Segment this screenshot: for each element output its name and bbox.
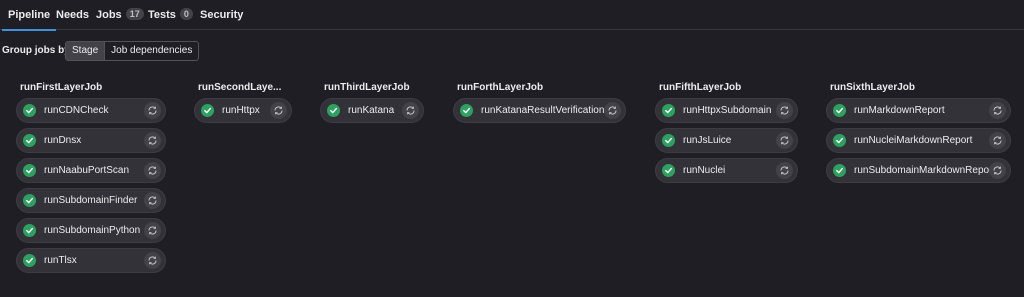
check-circle-icon [23, 164, 36, 177]
job-name: runNaabuPortScan [44, 164, 130, 176]
job-pill[interactable]: runNuclei [655, 158, 798, 183]
check-circle-icon [23, 254, 36, 267]
job-name: runHttpx [222, 104, 260, 116]
job-name: runKatanaResultVerification [481, 104, 605, 116]
job-pill[interactable]: runDnsx [16, 128, 166, 153]
check-circle-icon [662, 164, 675, 177]
retry-icon[interactable] [270, 102, 287, 119]
group-by-stage-button[interactable]: Stage [66, 42, 105, 60]
check-circle-icon [833, 164, 846, 177]
retry-icon[interactable] [989, 102, 1006, 119]
stage-column: runSixthLayerJob runMarkdownReport runNucl… [826, 82, 1011, 188]
job-name: runCDNCheck [44, 104, 109, 116]
job-pill[interactable]: runNucleiMarkdownReport [826, 128, 1011, 153]
tab-tests[interactable]: Tests 0 [148, 0, 193, 30]
retry-icon[interactable] [144, 252, 161, 269]
job-pill[interactable]: runSubdomainFinder [16, 188, 166, 213]
job-name: runHttpxSubdomain [683, 104, 772, 116]
check-circle-icon [23, 224, 36, 237]
job-name: runMarkdownReport [854, 104, 945, 116]
job-name: runDnsx [44, 134, 82, 146]
job-pill[interactable]: runSubdomainMarkdownReport [826, 158, 1011, 183]
stage-title: runSecondLaye... [198, 82, 282, 93]
job-name: runNuclei [683, 164, 726, 176]
retry-icon[interactable] [989, 132, 1006, 149]
retry-icon[interactable] [776, 132, 793, 149]
retry-icon[interactable] [144, 102, 161, 119]
jobs-count-badge: 17 [125, 8, 144, 20]
check-circle-icon [460, 104, 473, 117]
retry-icon[interactable] [144, 132, 161, 149]
job-name: runSubdomainPython [44, 224, 141, 236]
group-jobs-by-label: Group jobs by [2, 45, 70, 56]
stage-column: runSecondLaye... runHttpx [194, 82, 292, 128]
retry-icon[interactable] [144, 162, 161, 179]
job-name: runTlsx [44, 254, 77, 266]
job-name: runSubdomainMarkdownReport [854, 164, 996, 176]
job-pill[interactable]: runTlsx [16, 248, 166, 273]
job-name: runSubdomainFinder [44, 194, 138, 206]
tests-count-badge: 0 [179, 8, 193, 20]
retry-icon[interactable] [989, 162, 1006, 179]
retry-icon[interactable] [144, 192, 161, 209]
retry-icon[interactable] [144, 222, 161, 239]
retry-icon[interactable] [776, 162, 793, 179]
job-name: runJsLuice [683, 134, 732, 146]
stage-title: runFirstLayerJob [20, 82, 103, 93]
check-circle-icon [23, 194, 36, 207]
tab-jobs[interactable]: Jobs 17 [96, 0, 144, 30]
check-circle-icon [201, 104, 214, 117]
stage-column: runFifthLayerJob runHttpxSubdomain runJsLu… [655, 82, 798, 188]
check-circle-icon [23, 134, 36, 147]
check-circle-icon [833, 104, 846, 117]
job-pill[interactable]: runKatana [320, 98, 424, 123]
job-pill[interactable]: runMarkdownReport [826, 98, 1011, 123]
job-pill[interactable]: runHttpx [194, 98, 292, 123]
tab-needs[interactable]: Needs [56, 0, 89, 30]
stage-title: runForthLayerJob [457, 82, 544, 93]
stage-column: runThirdLayerJob runKatana [320, 82, 424, 128]
job-pill[interactable]: runKatanaResultVerification [453, 98, 626, 123]
check-circle-icon [23, 104, 36, 117]
retry-icon[interactable] [776, 102, 793, 119]
job-pill[interactable]: runSubdomainPython [16, 218, 166, 243]
pipeline-tabs: Pipeline Needs Jobs 17 Tests 0 Security [0, 0, 1024, 31]
stage-column: runForthLayerJob runKatanaResultVerificat… [453, 82, 626, 128]
job-pill[interactable]: runNaabuPortScan [16, 158, 166, 183]
tab-security[interactable]: Security [200, 0, 243, 30]
group-by-toggle: Stage Job dependencies [65, 41, 200, 61]
stage-column: runFirstLayerJob runCDNCheck runDnsx runNaa… [16, 82, 166, 278]
job-name: runNucleiMarkdownReport [854, 134, 973, 146]
tab-pipeline[interactable]: Pipeline [1, 0, 57, 31]
retry-icon[interactable] [402, 102, 419, 119]
check-circle-icon [833, 134, 846, 147]
stage-title: runFifthLayerJob [659, 82, 742, 93]
group-by-job-dependencies-button[interactable]: Job dependencies [104, 42, 198, 60]
check-circle-icon [662, 104, 675, 117]
stage-title: runSixthLayerJob [830, 82, 916, 93]
job-pill[interactable]: runJsLuice [655, 128, 798, 153]
stage-title: runThirdLayerJob [324, 82, 410, 93]
retry-icon[interactable] [604, 102, 621, 119]
job-name: runKatana [348, 104, 395, 116]
check-circle-icon [662, 134, 675, 147]
job-pill[interactable]: runCDNCheck [16, 98, 166, 123]
job-pill[interactable]: runHttpxSubdomain [655, 98, 798, 123]
check-circle-icon [327, 104, 340, 117]
